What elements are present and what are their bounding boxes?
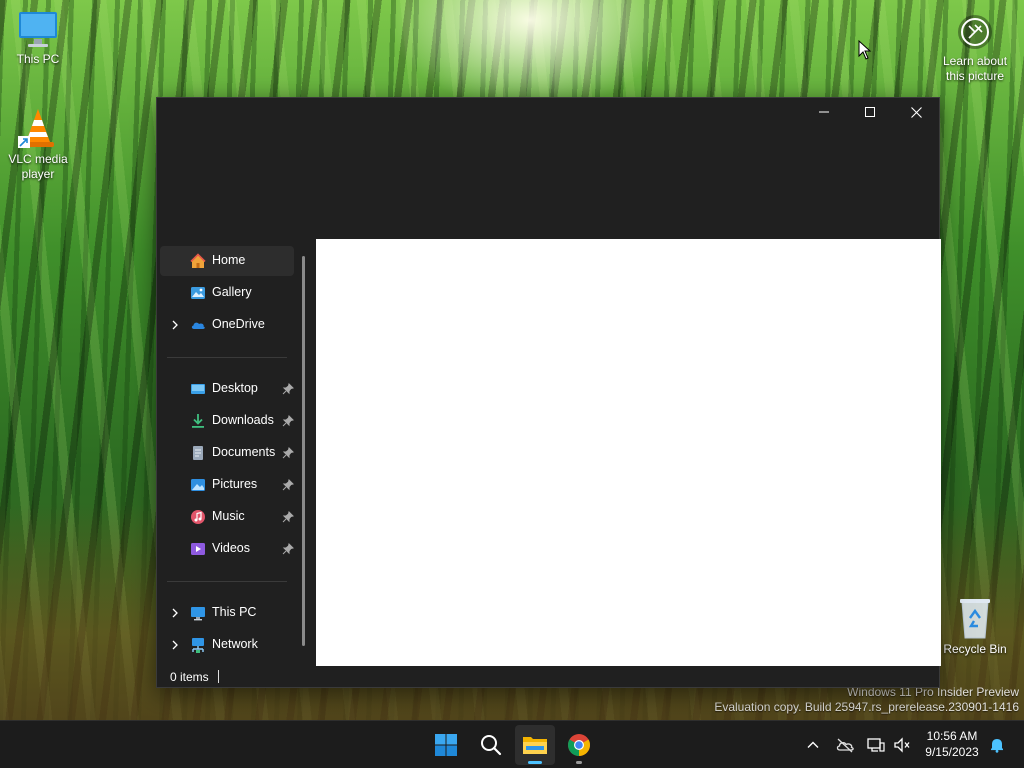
nav-item-gallery-label: Gallery [212,285,252,299]
minimize-button[interactable] [801,98,847,126]
learn-about-picture-label: Learn about this picture [942,54,1008,83]
chevron-right-icon[interactable] [168,606,182,620]
notifications-button[interactable] [987,735,1007,755]
nav-separator [167,581,287,582]
maximize-button[interactable] [847,98,893,126]
onedrive-tray-button[interactable] [835,735,855,755]
pictures-icon [191,479,205,491]
cloud-icon [191,322,205,329]
nav-item-videos[interactable]: Videos [160,534,294,564]
camera-lens-icon [958,15,992,49]
nav-item-desktop-label: Desktop [212,381,258,395]
start-button[interactable] [426,725,466,765]
network-icon [192,638,204,653]
window-controls [801,98,939,126]
volume-tray-button[interactable] [892,735,912,755]
chevron-up-icon [807,741,819,748]
status-bar: 0 items [157,666,939,688]
pin-icon [282,543,294,555]
folder-icon [523,737,547,754]
pin-icon [282,447,294,459]
monitor-icon [19,12,57,47]
cloud-offline-icon [836,738,854,753]
vlc-cone-icon [18,109,54,148]
watermark-build: Evaluation copy. Build 25947.rs_prerelea… [714,700,1019,714]
network-tray-button[interactable] [866,735,886,755]
file-explorer-window: Home Gallery OneDrive Desktop Downloads … [156,97,941,688]
clock-date: 9/15/2023 [925,745,979,759]
desktop-icon-this-pc[interactable]: This PC [0,10,76,67]
music-note-icon [191,510,205,524]
maximize-icon [865,107,875,117]
mouse-cursor-icon [858,40,872,60]
nav-pane-scrollbar[interactable] [302,256,305,646]
home-icon [190,253,206,268]
taskbar-chrome[interactable] [559,725,599,765]
nav-separator [167,357,287,358]
nav-item-documents-label: Documents [212,445,276,459]
volume-muted-icon [894,737,910,753]
bell-icon [991,739,1003,753]
nav-item-gallery[interactable]: Gallery [160,278,294,308]
clock-time: 10:56 AM [926,729,978,743]
nav-item-home-label: Home [212,253,246,267]
nav-item-music-label: Music [212,509,245,523]
nav-item-home[interactable]: Home [160,246,294,276]
gallery-icon [191,287,205,299]
pin-icon [282,479,294,491]
desktop-icon-vlc[interactable]: VLC media player [0,106,76,182]
item-count: 0 items [170,670,209,684]
nav-item-music[interactable]: Music [160,502,294,532]
close-icon [910,106,922,118]
pin-icon [282,383,294,395]
chevron-right-icon[interactable] [168,318,182,332]
minimize-icon [819,111,829,113]
recycle-bin-icon [960,599,990,639]
taskbar: 10:56 AM 9/15/2023 [0,720,1024,768]
status-divider [218,670,219,683]
nav-item-documents[interactable]: Documents [160,438,294,468]
pin-icon [282,415,294,427]
taskbar-clock[interactable]: 10:56 AM 9/15/2023 [916,728,988,760]
nav-item-pictures-label: Pictures [212,477,258,491]
pin-icon [282,511,294,523]
download-arrow-icon [192,414,204,428]
taskbar-file-explorer[interactable] [515,725,555,765]
chrome-icon [568,734,590,756]
navigation-pane: Home Gallery OneDrive Desktop Downloads … [157,240,315,666]
running-app-indicator [576,761,582,764]
file-list-area[interactable] [316,239,941,666]
nav-item-videos-label: Videos [212,541,250,555]
nav-item-this-pc-label: This PC [212,605,257,619]
desktop-folder-icon [191,384,205,394]
nav-item-downloads[interactable]: Downloads [160,406,294,436]
desktop-icon-vlc-label: VLC media player [8,152,68,181]
learn-about-picture[interactable]: Learn about this picture [937,12,1013,84]
active-app-indicator [528,761,542,764]
document-icon [193,446,203,460]
windows-watermark: Windows 11 Pro Insider Preview Evaluatio… [714,685,1019,715]
nav-item-network-label: Network [212,637,258,651]
close-button[interactable] [893,98,939,126]
nav-item-network[interactable]: Network [160,630,294,660]
nav-item-onedrive[interactable]: OneDrive [160,310,294,340]
nav-item-pictures[interactable]: Pictures [160,470,294,500]
windows-logo-icon [435,734,457,756]
desktop-icon-this-pc-label: This PC [16,52,60,66]
video-icon [191,543,205,555]
nav-item-onedrive-label: OneDrive [212,317,265,331]
nav-item-this-pc[interactable]: This PC [160,598,294,628]
monitor-icon [191,607,205,621]
desktop-icon-recycle-bin-label: Recycle Bin [943,642,1007,656]
search-button[interactable] [471,725,511,765]
nav-item-desktop[interactable]: Desktop [160,374,294,404]
show-hidden-icons-button[interactable] [803,735,823,755]
ethernet-icon [867,738,885,752]
search-icon [481,735,502,756]
nav-item-downloads-label: Downloads [212,413,274,427]
desktop-icon-recycle-bin[interactable]: Recycle Bin [937,596,1013,657]
chevron-right-icon[interactable] [168,638,182,652]
